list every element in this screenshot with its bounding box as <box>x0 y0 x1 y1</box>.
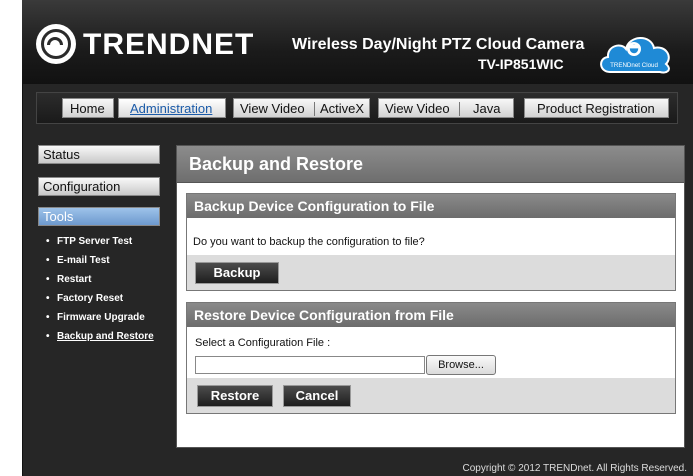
config-file-input[interactable] <box>195 356 425 374</box>
nav-view-video-activex[interactable]: View Video ActiveX <box>233 98 370 118</box>
cancel-button[interactable]: Cancel <box>283 385 351 407</box>
nav-java-left-label: View Video <box>385 101 450 116</box>
restore-section: Restore Device Configuration from File S… <box>186 302 676 414</box>
sidebar-configuration-button[interactable]: Configuration <box>38 177 160 196</box>
nav-product-registration[interactable]: Product Registration <box>524 98 669 118</box>
bullet-icon: • <box>46 331 50 342</box>
sidebar-item-label: E-mail Test <box>57 255 110 266</box>
copyright-text: Copyright © 2012 TRENDnet. All Rights Re… <box>462 463 687 474</box>
backup-button[interactable]: Backup <box>195 262 279 284</box>
nav-home-label: Home <box>70 101 105 116</box>
brand-logo-text: TRENDNET <box>83 28 255 61</box>
nav-activex-left-label: View Video <box>240 101 305 116</box>
backup-footer: Backup <box>187 255 675 290</box>
bullet-icon: • <box>46 255 50 266</box>
bullet-icon: • <box>46 274 50 285</box>
bullet-icon: • <box>46 312 50 323</box>
trendnet-logo-icon <box>36 24 76 64</box>
nav-separator <box>314 102 315 116</box>
backup-section-heading: Backup Device Configuration to File <box>187 194 675 218</box>
sidebar-tools-button[interactable]: Tools <box>38 207 160 226</box>
page-title: Backup and Restore <box>176 145 685 183</box>
nav-view-video-java[interactable]: View Video Java <box>378 98 514 118</box>
file-select-label: Select a Configuration File : <box>195 337 331 349</box>
sidebar-item-label: Factory Reset <box>57 293 124 304</box>
sidebar-item-label: Restart <box>57 274 92 285</box>
nav-product-registration-label: Product Registration <box>537 101 655 116</box>
nav-administration-label: Administration <box>130 101 213 116</box>
product-model: TV-IP851WIC <box>478 56 564 72</box>
sidebar-item-label: FTP Server Test <box>57 236 133 247</box>
restore-button[interactable]: Restore <box>197 385 273 407</box>
nav-java-right-label: Java <box>473 101 501 116</box>
nav-home[interactable]: Home <box>62 98 114 118</box>
sidebar-configuration-label: Configuration <box>43 179 121 194</box>
product-title: Wireless Day/Night PTZ Cloud Camera <box>292 36 585 53</box>
backup-section: Backup Device Configuration to File Do y… <box>186 193 676 291</box>
restore-footer: Restore Cancel <box>187 378 675 413</box>
browse-button[interactable]: Browse... <box>426 355 496 375</box>
sidebar-status-label: Status <box>43 147 80 162</box>
sidebar-tools-label: Tools <box>43 209 74 224</box>
nav-administration[interactable]: Administration <box>118 98 226 118</box>
sidebar-item-label: Backup and Restore <box>57 331 154 342</box>
backup-question: Do you want to backup the configuration … <box>193 236 425 248</box>
nav-separator <box>459 102 460 116</box>
cloud-badge-text: TRENDnet Cloud <box>610 62 658 69</box>
sidebar-status-button[interactable]: Status <box>38 145 160 164</box>
bullet-icon: • <box>46 293 50 304</box>
nav-activex-right-label: ActiveX <box>320 101 365 116</box>
bullet-icon: • <box>46 236 50 247</box>
sidebar-item-label: Firmware Upgrade <box>57 312 145 323</box>
cloud-badge-icon: TRENDnet Cloud <box>600 37 670 74</box>
restore-section-heading: Restore Device Configuration from File <box>187 303 675 327</box>
